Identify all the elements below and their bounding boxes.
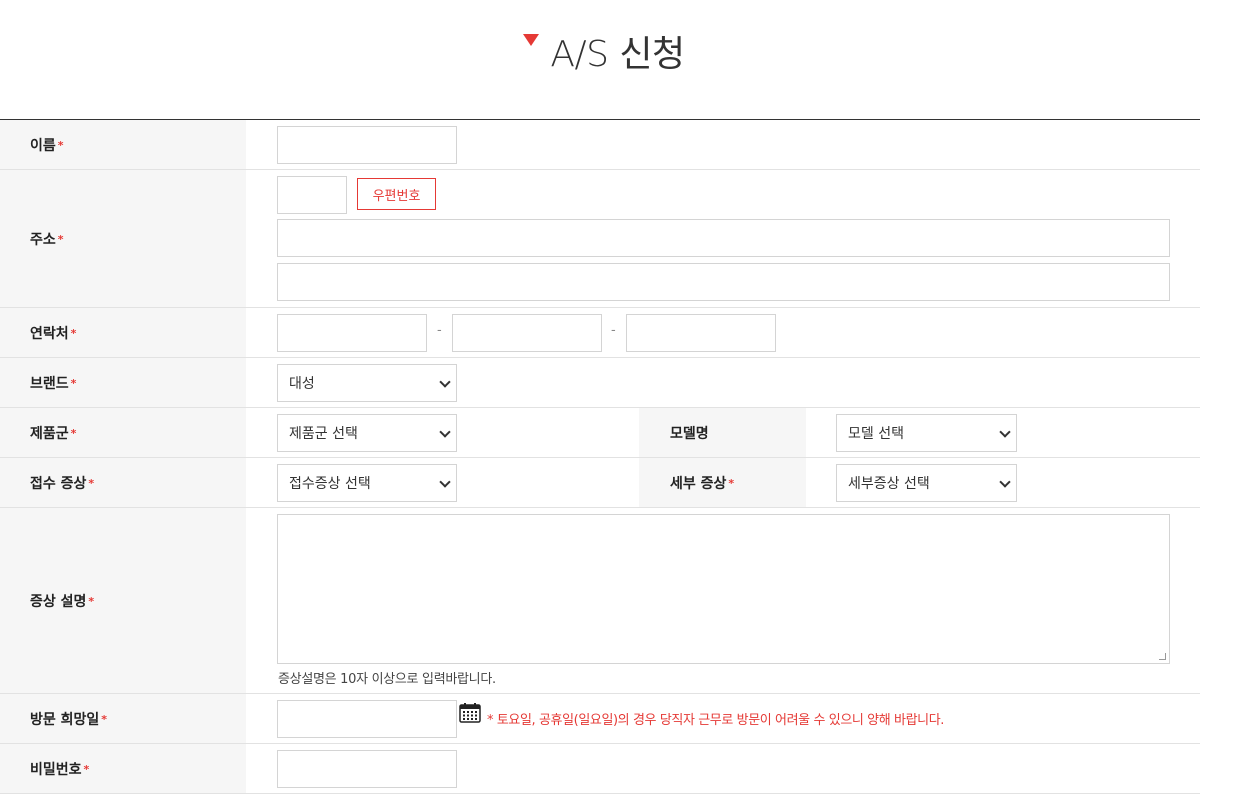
description-hint: 증상설명은 10자 이상으로 입력바랍니다. <box>278 672 496 687</box>
row-description: 증상 설명 * 증상설명은 10자 이상으로 입력바랍니다. <box>0 508 1200 694</box>
phone-separator: - <box>611 323 616 338</box>
zipcode-search-button[interactable]: 우편번호 <box>357 178 436 210</box>
symptom-select[interactable]: 접수증상 선택 <box>277 464 457 502</box>
phone-part3-input[interactable] <box>626 314 776 352</box>
required-mark: * <box>88 477 95 490</box>
required-mark: * <box>83 763 90 776</box>
row-phone: 연락처 * - - <box>0 308 1200 358</box>
address-line1-input[interactable] <box>277 219 1170 257</box>
address-label: 주소 * <box>0 170 246 307</box>
name-input[interactable] <box>277 126 457 164</box>
symptom-label: 접수 증상 * <box>0 458 246 507</box>
description-label: 증상 설명 * <box>0 508 246 693</box>
required-mark: * <box>728 477 735 490</box>
page-title-wrap: A/S 신청 <box>523 30 685 80</box>
phone-part2-input[interactable] <box>452 314 602 352</box>
model-label: 모델명 <box>639 408 806 457</box>
product-label: 제품군 * <box>0 408 246 457</box>
phone-part1-input[interactable] <box>277 314 427 352</box>
brand-select[interactable]: 대성 <box>277 364 457 402</box>
name-label: 이름 * <box>0 120 246 169</box>
chevron-down-icon <box>999 476 1011 488</box>
required-mark: * <box>70 377 77 390</box>
detail-symptom-label: 세부 증상 * <box>639 458 806 507</box>
as-request-form: 이름 * 주소 * 우편번호 연락처 * - - 브랜드 * 대성 제품군 * … <box>0 119 1200 794</box>
detail-symptom-select[interactable]: 세부증상 선택 <box>836 464 1017 502</box>
page-header: A/S 신청 <box>0 30 1235 80</box>
required-mark: * <box>57 139 64 152</box>
address-line2-input[interactable] <box>277 263 1170 301</box>
red-triangle-icon <box>523 34 540 46</box>
row-product-model: 제품군 * 제품군 선택 모델명 모델 선택 <box>0 408 1200 458</box>
phone-separator: - <box>437 323 442 338</box>
chevron-down-icon <box>439 476 451 488</box>
row-visit-date: 방문 희망일 * * 토요일, 공휴일(일요일)의 경우 당직자 근무로 방문이 … <box>0 694 1200 744</box>
model-select[interactable]: 모델 선택 <box>836 414 1017 452</box>
phone-label: 연락처 * <box>0 308 246 357</box>
chevron-down-icon <box>999 426 1011 438</box>
chevron-down-icon <box>439 376 451 388</box>
calendar-icon[interactable] <box>459 703 481 723</box>
required-mark: * <box>101 713 108 726</box>
required-mark: * <box>57 233 64 246</box>
row-symptom: 접수 증상 * 접수증상 선택 세부 증상 * 세부증상 선택 <box>0 458 1200 508</box>
page-title: A/S 신청 <box>550 34 685 75</box>
row-brand: 브랜드 * 대성 <box>0 358 1200 408</box>
required-mark: * <box>70 427 77 440</box>
resize-handle-icon[interactable] <box>1159 653 1166 660</box>
brand-label: 브랜드 * <box>0 358 246 407</box>
zipcode-input[interactable] <box>277 176 347 214</box>
row-name: 이름 * <box>0 120 1200 170</box>
required-mark: * <box>70 327 77 340</box>
row-address: 주소 * 우편번호 <box>0 170 1200 308</box>
required-mark: * <box>88 595 95 608</box>
product-select[interactable]: 제품군 선택 <box>277 414 457 452</box>
visit-date-label: 방문 희망일 * <box>0 694 246 743</box>
chevron-down-icon <box>439 426 451 438</box>
password-label: 비밀번호 * <box>0 744 246 793</box>
password-input[interactable] <box>277 750 457 788</box>
visit-date-input[interactable] <box>277 700 457 738</box>
visit-date-notice: * 토요일, 공휴일(일요일)의 경우 당직자 근무로 방문이 어려울 수 있으… <box>487 713 945 728</box>
description-textarea[interactable] <box>277 514 1170 664</box>
row-password: 비밀번호 * <box>0 744 1200 794</box>
